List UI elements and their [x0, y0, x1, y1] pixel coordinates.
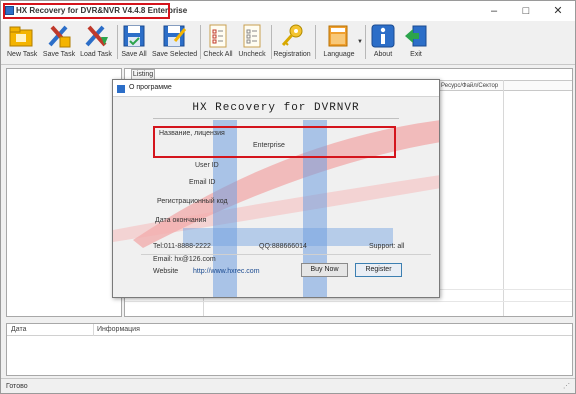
device-tree-pane[interactable]: [6, 68, 122, 317]
check-all-label: Check All: [203, 51, 233, 58]
status-bar: Готово ⋰: [1, 378, 575, 393]
toolbar: New Task Save Task Load Task Save All Sa…: [1, 21, 575, 65]
reg-code-label: Регистрационный код: [157, 198, 228, 205]
key-icon: [279, 23, 305, 49]
save-task-button[interactable]: Save Task: [42, 23, 76, 63]
about-dialog: О программе HX Recovery for DVRNVR Назва…: [112, 79, 440, 298]
buy-now-button[interactable]: Buy Now: [301, 263, 348, 277]
expire-label: Дата окончания: [155, 217, 207, 224]
tel-text: Tel:011-8888-2222: [153, 243, 211, 250]
log-column-divider: [93, 324, 94, 336]
log-header: Дата Информация: [7, 324, 572, 336]
language-label: Language: [323, 51, 355, 58]
log-column-info[interactable]: Информация: [97, 326, 140, 333]
website-label: Website: [153, 268, 179, 275]
email-id-label: Email ID: [189, 179, 216, 186]
exit-icon: [403, 23, 429, 49]
website-link[interactable]: http://www.hxrec.com: [193, 268, 260, 275]
dialog-app-icon: [117, 85, 125, 93]
save-selected-label: Save Selected: [152, 51, 198, 58]
registration-label: Registration: [273, 51, 311, 58]
maximize-button[interactable]: □: [510, 1, 542, 21]
support-text: Support: all: [369, 243, 405, 250]
load-task-label: Load Task: [80, 51, 112, 58]
resize-grip-icon[interactable]: ⋰: [563, 382, 570, 390]
save-all-icon: [121, 23, 147, 49]
exit-button[interactable]: Exit: [403, 23, 429, 63]
user-id-label: User ID: [195, 162, 219, 169]
new-task-button[interactable]: New Task: [7, 23, 38, 63]
dialog-title: О программе: [129, 84, 172, 91]
register-button[interactable]: Register: [355, 263, 402, 277]
close-button[interactable]: ✕: [542, 1, 574, 21]
save-all-button[interactable]: Save All: [120, 23, 148, 63]
uncheck-button[interactable]: Uncheck: [237, 23, 267, 63]
check-all-icon: [205, 23, 231, 49]
info-icon: [370, 23, 396, 49]
language-dropdown-icon[interactable]: ▼: [357, 39, 363, 45]
product-name: HX Recovery for DVRNVR: [192, 102, 360, 114]
dialog-divider: [153, 118, 399, 119]
toolbar-separator: [200, 25, 201, 59]
minimize-button[interactable]: –: [478, 1, 510, 21]
license-highlight-box: [153, 126, 396, 158]
log-column-date[interactable]: Дата: [11, 326, 27, 333]
title-highlight-box: [3, 3, 170, 19]
uncheck-label: Uncheck: [238, 51, 266, 58]
tools-load-icon: [83, 23, 109, 49]
language-icon: [326, 23, 352, 49]
grid-row-line: [125, 301, 572, 302]
check-all-button[interactable]: Check All: [203, 23, 233, 63]
toolbar-separator: [365, 25, 366, 59]
toolbar-separator: [315, 25, 316, 59]
grid-header-resource[interactable]: Ресурс/Файл/Сектор: [441, 81, 498, 91]
title-bar: HX Recovery for DVR&NVR V4.4.8 Enterpris…: [1, 1, 575, 21]
app-window: HX Recovery for DVR&NVR V4.4.8 Enterpris…: [0, 0, 576, 394]
save-selected-button[interactable]: Save Selected: [152, 23, 198, 63]
language-button[interactable]: Language: [319, 23, 359, 63]
dialog-separator: [141, 254, 431, 255]
email-text: Email: hx@126.com: [153, 256, 216, 263]
status-text: Готово: [6, 383, 28, 390]
exit-label: Exit: [410, 51, 422, 58]
dialog-title-bar: О программе: [113, 80, 439, 97]
qq-text: QQ:888666014: [259, 243, 307, 250]
save-all-label: Save All: [121, 51, 147, 58]
about-label: About: [373, 51, 393, 58]
save-selected-icon: [161, 23, 187, 49]
uncheck-icon: [239, 23, 265, 49]
registration-button[interactable]: Registration: [273, 23, 311, 63]
tools-save-icon: [46, 23, 72, 49]
toolbar-separator: [271, 25, 272, 59]
toolbar-separator: [117, 25, 118, 59]
load-task-button[interactable]: Load Task: [79, 23, 113, 63]
save-task-label: Save Task: [42, 51, 76, 58]
about-button[interactable]: About: [368, 23, 398, 63]
new-task-label: New Task: [7, 51, 38, 58]
grid-column-divider: [503, 80, 504, 316]
folder-new-icon: [8, 23, 34, 49]
log-pane[interactable]: Дата Информация: [6, 323, 573, 376]
